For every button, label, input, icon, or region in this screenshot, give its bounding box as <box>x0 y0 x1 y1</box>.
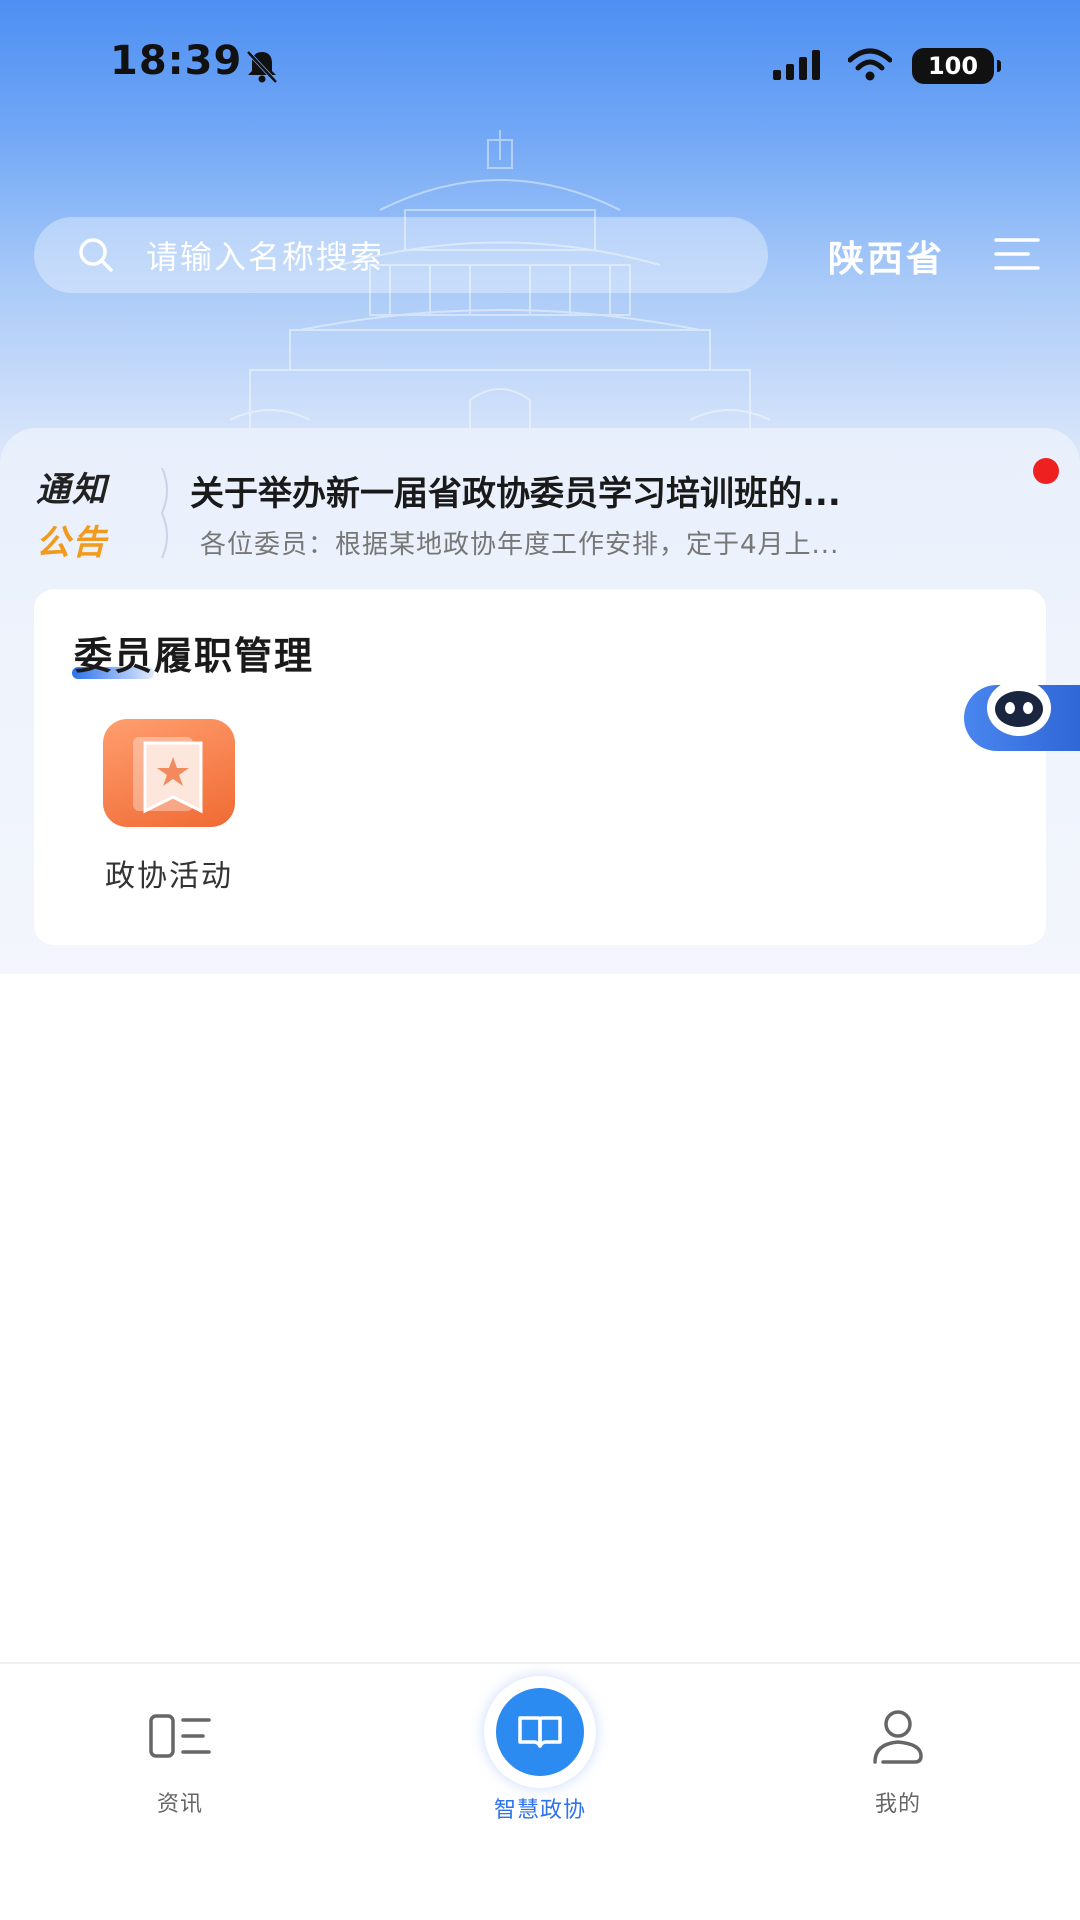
silent-bell-icon <box>246 50 278 84</box>
search-bar[interactable]: 请输入名称搜索 <box>34 217 768 293</box>
bookmark-star-icon <box>103 719 235 827</box>
duty-management-card: 委员履职管理 政协活动 <box>34 589 1046 945</box>
nav-label-news: 资讯 <box>156 1792 203 1817</box>
notice-tag-top: 通知 <box>36 470 108 510</box>
battery-indicator: 100 <box>912 48 1001 84</box>
unread-dot <box>1033 458 1059 484</box>
status-time: 18:39 <box>110 38 243 84</box>
wifi-icon <box>848 48 892 81</box>
nav-tab-news[interactable]: 资讯 <box>80 1706 280 1818</box>
notice-summary[interactable]: 各位委员：根据某地政协年度工作安排，定于4月上... <box>200 524 1050 561</box>
nav-label-mine: 我的 <box>874 1792 921 1817</box>
nav-center-button <box>484 1676 596 1788</box>
card-title: 委员履职管理 <box>74 634 315 678</box>
activity-entry[interactable]: 政协活动 <box>94 719 244 895</box>
robot-icon[interactable] <box>984 676 1054 740</box>
open-book-icon <box>518 1716 562 1748</box>
region-selector[interactable]: 陕西省 <box>828 230 945 282</box>
search-input-placeholder[interactable]: 请输入名称搜索 <box>146 232 384 278</box>
activity-label: 政协活动 <box>105 859 233 894</box>
menu-icon[interactable] <box>994 236 1040 272</box>
nav-tab-smart-cppcc[interactable]: 智慧政协 <box>440 1676 640 1824</box>
notice-tag: 通知 公告 <box>36 462 146 564</box>
nav-tab-mine[interactable]: 我的 <box>798 1706 998 1818</box>
notice-tag-bottom: 公告 <box>36 523 108 563</box>
nav-center-inner <box>496 1688 584 1776</box>
cellular-signal-icon <box>773 50 820 80</box>
search-icon <box>79 238 113 272</box>
notice-title[interactable]: 关于举办新一届省政协委员学习培训班的... <box>190 466 1020 515</box>
nav-label-smart-cppcc: 智慧政协 <box>493 1798 586 1823</box>
user-icon <box>873 1710 923 1764</box>
news-list-icon <box>149 1714 211 1758</box>
notice-divider <box>160 468 168 558</box>
app-screen: 18:39 100 请输入名称搜索 陕西省 通知 公告 关于举办新一届省政协委员… <box>0 0 1080 1920</box>
